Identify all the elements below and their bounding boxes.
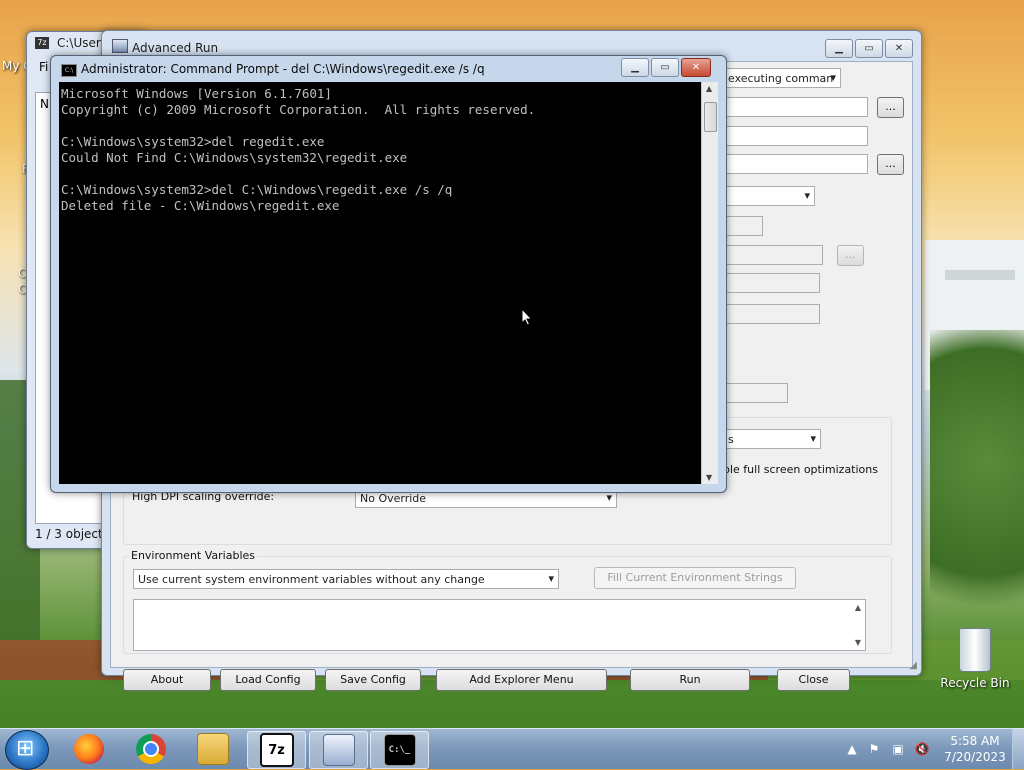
firefox-icon	[73, 734, 104, 764]
close-window-button[interactable]: ✕	[885, 39, 913, 58]
recycle-bin-label: Recycle Bin	[940, 676, 1010, 690]
console-scrollbar[interactable]: ▲ ▼	[701, 82, 718, 484]
close-icon: ✕	[894, 43, 904, 54]
priority-field[interactable]	[723, 245, 823, 265]
disabled-field-1[interactable]	[723, 273, 820, 293]
command-prompt-title: Administrator: Command Prompt - del C:\W…	[81, 62, 485, 76]
taskbar: 7z C:\_ ▲ ⚑ ▣ 🔇 5:58 AM 7/20/2023	[0, 728, 1024, 770]
recycle-bin-desktop-icon[interactable]: Recycle Bin	[938, 628, 1012, 690]
command-prompt-icon: C:\	[61, 64, 77, 77]
advanced-run-icon	[322, 734, 355, 766]
scroll-up-icon[interactable]: ▲	[855, 603, 861, 612]
full-screen-optimizations-checkbox-label[interactable]: ble full screen optimizations	[723, 463, 878, 476]
7zip-icon: 7z	[259, 733, 294, 767]
environment-mode-dropdown[interactable]: Use current system environment variables…	[133, 569, 559, 589]
system-tray: ▲ ⚑ ▣ 🔇 5:58 AM 7/20/2023	[840, 729, 1024, 769]
close-button[interactable]: Close	[777, 669, 850, 691]
browse-directory-button[interactable]: ...	[877, 154, 904, 175]
start-directory-field[interactable]	[723, 154, 868, 174]
action-center-flag-icon[interactable]: ⚑	[866, 741, 882, 757]
clock-time: 5:58 AM	[950, 734, 1000, 748]
taskbar-7zip[interactable]: 7z	[247, 731, 306, 769]
minimize-icon: ▁	[835, 43, 843, 54]
taskbar-command-prompt[interactable]: C:\_	[370, 731, 429, 769]
console-output[interactable]: Microsoft Windows [Version 6.1.7601] Copy…	[59, 82, 701, 484]
environment-group-label: Environment Variables	[129, 549, 258, 562]
browse-program-button[interactable]: ...	[877, 97, 904, 118]
taskbar-firefox[interactable]	[60, 731, 117, 767]
chrome-icon	[135, 734, 166, 764]
resize-grip-icon[interactable]: ◢	[909, 660, 917, 671]
disabled-field-3[interactable]	[723, 383, 788, 403]
save-config-button[interactable]: Save Config	[325, 669, 421, 691]
window-position-field[interactable]	[723, 216, 763, 236]
advanced-run-app-icon	[112, 39, 128, 53]
command-prompt-window[interactable]: C:\ Administrator: Command Prompt - del …	[50, 55, 727, 493]
window-state-dropdown[interactable]	[723, 186, 815, 206]
show-hidden-icons-icon[interactable]: ▲	[844, 741, 860, 757]
console-lines: Microsoft Windows [Version 6.1.7601] Copy…	[59, 82, 701, 214]
cmd-close-button[interactable]: ✕	[681, 58, 711, 77]
environment-mode-value: Use current system environment variables…	[138, 573, 485, 586]
desktop-wallpaper-tree	[930, 330, 1024, 660]
console-line: C:\Windows\system32>del C:\Windows\reged…	[61, 182, 453, 197]
clock[interactable]: 5:58 AM 7/20/2023	[940, 733, 1010, 765]
environment-strings-textarea[interactable]: ▲ ▼	[133, 599, 866, 651]
command-prompt-icon: C:\_	[383, 734, 416, 766]
run-mode-dropdown[interactable]: executing comman	[723, 68, 841, 88]
scroll-up-icon[interactable]: ▲	[706, 84, 712, 93]
cmd-minimize-button[interactable]: ▁	[621, 58, 649, 77]
maximize-button[interactable]: ▭	[855, 39, 883, 58]
taskbar-chrome[interactable]	[122, 731, 179, 767]
console-line: Microsoft Windows [Version 6.1.7601]	[61, 86, 332, 101]
volume-muted-icon[interactable]: 🔇	[914, 741, 930, 757]
browse-disabled-button[interactable]: ...	[837, 245, 864, 266]
scroll-down-icon[interactable]: ▼	[706, 473, 712, 482]
console-line: Copyright (c) 2009 Microsoft Corporation…	[61, 102, 536, 117]
minimize-icon: ▁	[631, 62, 639, 73]
advanced-run-title: Advanced Run	[132, 41, 219, 55]
network-icon[interactable]: ▣	[890, 741, 906, 757]
7zip-icon: 7z	[35, 37, 49, 49]
scrollbar-thumb[interactable]	[704, 102, 717, 132]
clock-date: 7/20/2023	[944, 750, 1006, 764]
fill-environment-button[interactable]: Fill Current Environment Strings	[594, 567, 796, 589]
maximize-icon: ▭	[864, 43, 874, 54]
taskbar-file-explorer[interactable]	[184, 731, 241, 767]
close-icon: ✕	[691, 62, 701, 73]
console-line: Could Not Find C:\Windows\system32\reged…	[61, 150, 408, 165]
maximize-icon: ▭	[660, 62, 670, 73]
chrome-center	[142, 741, 159, 757]
load-config-button[interactable]: Load Config	[220, 669, 316, 691]
explorer-menu-file[interactable]: Fi	[39, 60, 48, 74]
show-desktop-button[interactable]	[1012, 729, 1024, 769]
start-button[interactable]	[5, 730, 49, 770]
compatibility-dropdown[interactable]: s	[723, 429, 821, 449]
command-line-field[interactable]	[723, 126, 868, 146]
about-button[interactable]: About	[123, 669, 211, 691]
console-line: Deleted file - C:\Windows\regedit.exe	[61, 198, 340, 213]
advanced-run-titlebar[interactable]: Advanced Run ▁ ▭ ✕	[102, 31, 921, 58]
program-path-field[interactable]	[723, 97, 868, 117]
cmd-maximize-button[interactable]: ▭	[651, 58, 679, 77]
mouse-cursor-icon	[521, 308, 533, 326]
compatibility-value: s	[728, 433, 734, 446]
minimize-button[interactable]: ▁	[825, 39, 853, 58]
run-mode-value: executing comman	[728, 72, 834, 85]
run-button[interactable]: Run	[630, 669, 750, 691]
add-explorer-menu-button[interactable]: Add Explorer Menu	[436, 669, 607, 691]
disabled-field-2[interactable]	[723, 304, 820, 324]
file-explorer-icon	[196, 733, 229, 765]
high-dpi-value: No Override	[360, 492, 427, 505]
recycle-bin-icon	[959, 628, 991, 672]
list-header-name[interactable]: N	[40, 97, 49, 111]
scroll-down-icon[interactable]: ▼	[855, 638, 861, 647]
taskbar-advanced-run[interactable]	[309, 731, 368, 769]
console-line: C:\Windows\system32>del regedit.exe	[61, 134, 325, 149]
